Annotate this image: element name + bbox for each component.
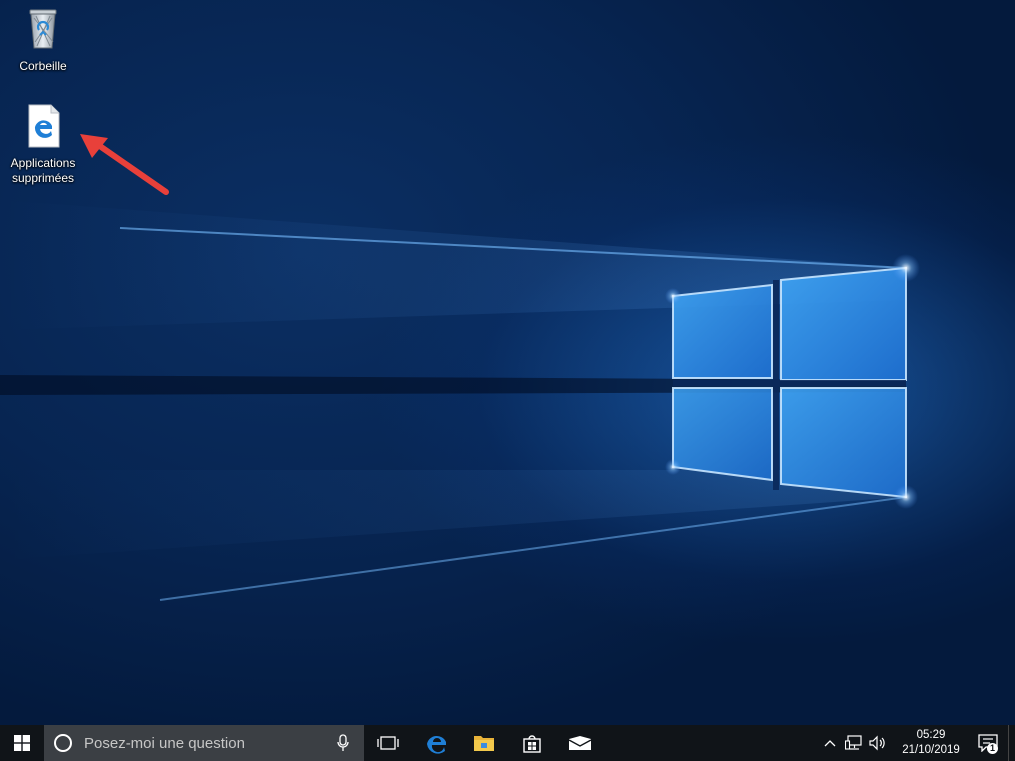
wallpaper bbox=[0, 200, 920, 601]
show-desktop-button[interactable] bbox=[1008, 725, 1015, 761]
store-icon bbox=[523, 735, 541, 753]
action-center-button[interactable]: 1 bbox=[968, 725, 1008, 761]
taskbar-file-explorer[interactable] bbox=[460, 725, 508, 761]
windows-logo-icon bbox=[14, 735, 30, 751]
chevron-up-icon bbox=[824, 740, 836, 747]
taskbar-store[interactable] bbox=[508, 725, 556, 761]
mail-icon bbox=[568, 736, 592, 750]
start-button[interactable] bbox=[0, 725, 44, 761]
cortana-icon bbox=[54, 734, 72, 752]
recycle-bin-shortcut[interactable]: Corbeille bbox=[3, 4, 83, 74]
task-view-button[interactable] bbox=[364, 725, 412, 761]
clock-time: 05:29 bbox=[916, 729, 946, 741]
search-placeholder: Posez-moi une question bbox=[84, 734, 245, 752]
system-tray: 05:29 21/10/2019 1 bbox=[818, 725, 1015, 761]
taskbar-edge[interactable] bbox=[412, 725, 460, 761]
taskbar-mail[interactable] bbox=[556, 725, 604, 761]
deleted-apps-label: Applications supprimées bbox=[10, 156, 76, 185]
clock-date: 21/10/2019 bbox=[902, 744, 960, 756]
network-button[interactable] bbox=[842, 725, 866, 761]
red-arrow-icon bbox=[80, 134, 169, 195]
folder-icon bbox=[474, 736, 494, 751]
recycle-bin-icon bbox=[29, 9, 57, 49]
edge-icon bbox=[427, 735, 446, 754]
task-view-icon bbox=[377, 736, 399, 750]
microphone-icon bbox=[337, 734, 349, 751]
network-icon bbox=[845, 735, 862, 750]
microphone-button[interactable] bbox=[330, 734, 356, 752]
taskbar: Posez-moi une question 05:29 21/10/2019 … bbox=[0, 725, 1015, 761]
notification-count-badge: 1 bbox=[987, 743, 998, 754]
edge-document-icon bbox=[28, 104, 60, 148]
volume-button[interactable] bbox=[866, 725, 890, 761]
recycle-bin-label: Corbeille bbox=[19, 59, 67, 73]
deleted-apps-shortcut[interactable]: Applications supprimées bbox=[3, 103, 83, 186]
volume-icon bbox=[869, 735, 885, 751]
clock[interactable]: 05:29 21/10/2019 bbox=[894, 728, 968, 758]
show-hidden-icons-button[interactable] bbox=[818, 725, 842, 761]
desktop[interactable]: Corbeille Applications supprimées bbox=[0, 0, 1015, 725]
search-input[interactable]: Posez-moi une question bbox=[44, 725, 364, 761]
